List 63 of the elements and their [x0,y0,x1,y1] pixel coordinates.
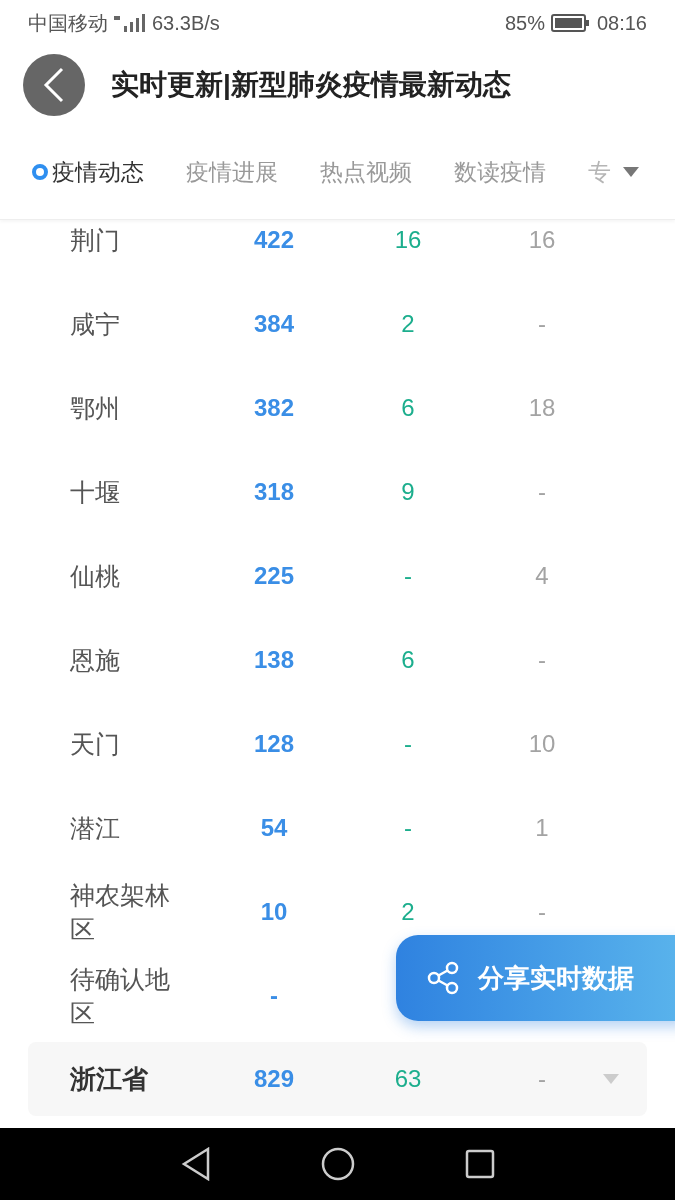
table-cell-text: 225 [253,561,294,591]
table-cell-text: - [538,897,546,927]
table-cell-text: 128 [253,729,294,759]
table-cell-text: - [404,561,412,591]
tab[interactable]: 数读疫情 [454,154,546,190]
clock-time: 08:16 [596,10,647,36]
tab[interactable]: 疫情动态 [32,154,144,190]
tab[interactable]: 专 [588,154,611,190]
table-cell-text: 2 [401,897,415,927]
table-cell-text: - [404,729,412,759]
region-name: 咸宁 [70,309,121,340]
network-speed: 63.3B/s [152,10,220,36]
signal-icon [112,11,148,34]
table-cell-text: 63 [394,1064,422,1094]
province-row[interactable]: 浙江省 829 63 - [28,1042,647,1116]
caret-down-icon [623,167,639,177]
table-cell-text: - [538,477,546,507]
table-cell-text: - [538,309,546,339]
table-cell-text: 10 [528,729,556,759]
chevron-left-icon [42,67,66,103]
table-cell-text: 2 [401,309,415,339]
recents-nav-icon[interactable] [464,1149,495,1179]
table-cell-text: 9 [401,477,415,507]
table-cell-text: 4 [535,561,549,591]
region-name: 十堰 [70,477,121,508]
share-button[interactable]: 分享实时数据 [396,935,675,1021]
table-cell-text: 6 [401,645,415,675]
region-name: 仙桃 [70,561,121,592]
table-cell-text: 382 [253,393,294,423]
tab[interactable]: 疫情进展 [186,154,278,190]
share-icon [426,961,460,995]
tab[interactable]: 热点视频 [320,154,412,190]
table-cell-text: 138 [253,645,294,675]
region-name: 神农架林区 [70,880,171,945]
home-nav-icon[interactable] [320,1147,355,1181]
battery-percent: 85% [504,10,545,36]
region-name: 天门 [70,729,121,760]
table-cell-text: 829 [253,1064,294,1094]
table-cell-text: - [538,645,546,675]
table-cell-text: - [538,1064,546,1094]
battery-icon [550,12,591,33]
province-name: 浙江省 [70,1063,148,1094]
table-cell-text: 1 [535,813,549,843]
table-cell-text: 54 [260,813,288,843]
table-cell-text: 6 [401,393,415,423]
back-nav-icon[interactable] [180,1147,211,1181]
table-cell-text: 318 [253,477,294,507]
region-name: 待确认地区 [70,964,171,1029]
region-name: 鄂州 [70,393,121,424]
caret-down-icon [603,1074,619,1084]
table-cell-text: 16 [528,225,556,255]
region-name: 恩施 [70,645,121,676]
table-cell-text: 18 [528,393,556,423]
table-cell-text: 16 [394,225,422,255]
page-title: 实时更新|新型肺炎疫情最新动态 [111,68,511,102]
region-name: 潜江 [70,813,121,844]
table-cell-text: 10 [260,897,288,927]
table-cell-text: - [270,981,278,1011]
carrier-label: 中国移动 [28,10,108,36]
table-cell-text: 384 [253,309,294,339]
table-cell-text: - [404,813,412,843]
table-cell-text: 422 [253,225,294,255]
region-name: 荆门 [70,225,121,256]
